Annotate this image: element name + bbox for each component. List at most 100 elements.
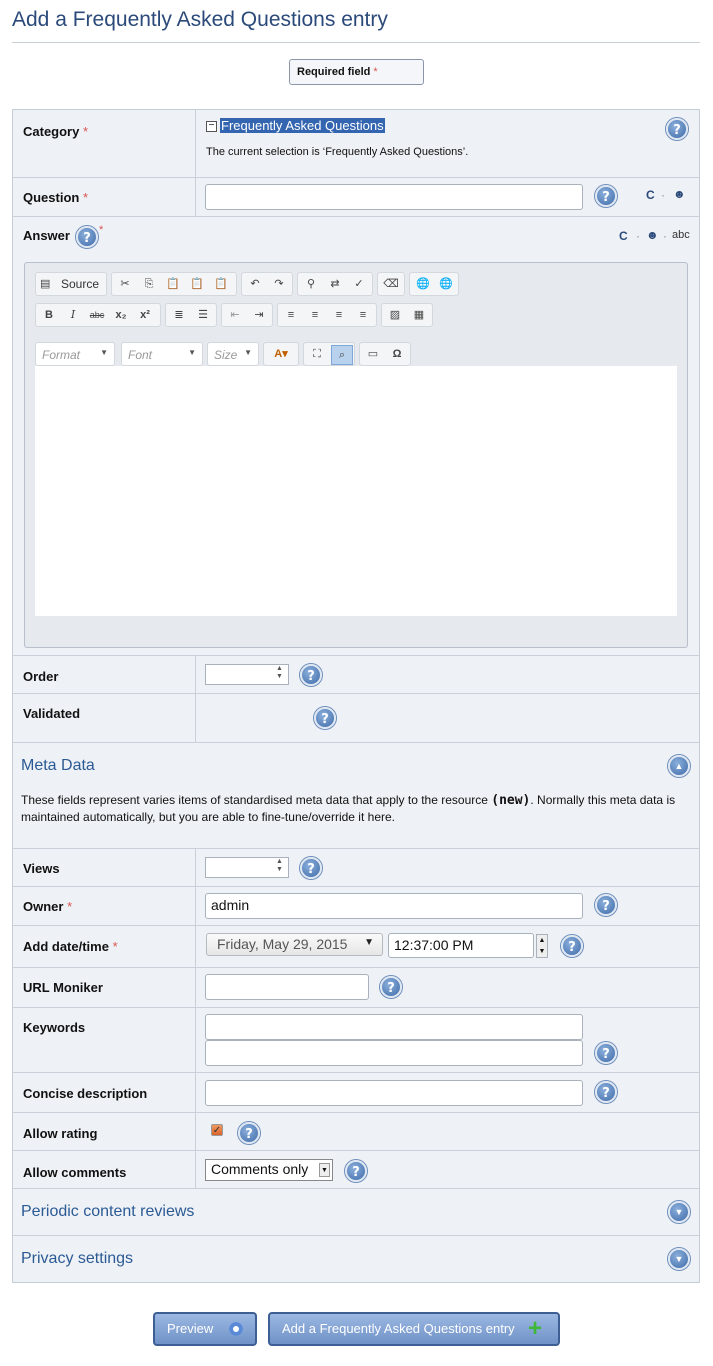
help-icon[interactable]: ? xyxy=(595,1042,617,1064)
question-input[interactable] xyxy=(205,184,583,210)
expand-icon[interactable]: ▼ xyxy=(668,1201,690,1223)
separator-dot: · xyxy=(663,229,667,243)
toolbar-group-align: ≡ ≡ ≡ ≡ xyxy=(277,303,377,327)
url-moniker-field: ? xyxy=(196,968,699,1007)
table-icon[interactable]: ▦ xyxy=(409,306,429,324)
help-icon[interactable]: ? xyxy=(76,226,98,248)
comcode-icon[interactable]: C xyxy=(619,229,628,243)
italic-icon[interactable]: I xyxy=(63,306,83,324)
align-center-icon[interactable]: ≡ xyxy=(305,306,325,324)
find-icon[interactable]: ⚲ xyxy=(301,275,321,293)
replace-icon[interactable]: ⇄ xyxy=(325,275,345,293)
toolbar-group-insert: ▨ ▦ xyxy=(381,303,433,327)
plus-icon: + xyxy=(528,1315,543,1342)
emoticon-icon[interactable]: ☻ xyxy=(646,228,659,242)
editor-content-area[interactable] xyxy=(35,366,677,616)
size-select[interactable]: Size ▼ xyxy=(207,342,259,366)
comcode-icon[interactable]: C xyxy=(646,188,655,202)
answer-label: Answer xyxy=(23,228,70,243)
collapse-icon[interactable]: ▲ xyxy=(668,755,690,777)
allow-rating-checkbox[interactable]: ✓ xyxy=(211,1124,223,1136)
align-left-icon[interactable]: ≡ xyxy=(281,306,301,324)
paste-word-icon[interactable]: 📋 xyxy=(211,275,231,293)
time-spinner-icon[interactable]: ▲ ▼ xyxy=(536,934,548,958)
order-field: ▲ ▼ ? xyxy=(196,656,699,693)
outdent-icon[interactable]: ⇤ xyxy=(225,306,245,324)
expand-icon[interactable]: ▼ xyxy=(668,1248,690,1270)
allow-comments-select[interactable]: Comments only ▼ xyxy=(205,1159,333,1181)
horizontal-rule-icon[interactable]: ▭ xyxy=(363,345,383,363)
required-star: * xyxy=(99,224,104,236)
question-label: Question * xyxy=(13,178,196,216)
superscript-icon[interactable]: x² xyxy=(135,306,155,324)
bulleted-list-icon[interactable]: ☰ xyxy=(193,306,213,324)
help-icon[interactable]: ? xyxy=(595,894,617,916)
help-icon[interactable]: ? xyxy=(238,1122,260,1144)
privacy-settings-section: Privacy settings ▼ xyxy=(13,1236,699,1283)
show-blocks-icon[interactable]: ⌕ xyxy=(331,345,353,365)
format-select[interactable]: Format ▼ xyxy=(35,342,115,366)
toolbar-group-source: ▤ Source xyxy=(35,272,107,296)
undo-icon[interactable]: ↶ xyxy=(245,275,265,293)
help-icon[interactable]: ? xyxy=(345,1160,367,1182)
allow-rating-row: Allow rating ✓ ? xyxy=(13,1113,699,1151)
tree-collapse-icon[interactable]: − xyxy=(206,121,217,132)
allow-rating-label: Allow rating xyxy=(13,1113,196,1150)
maximize-icon[interactable]: ⛶ xyxy=(307,345,327,363)
special-char-icon[interactable]: Ω xyxy=(387,345,407,363)
emoticon-icon[interactable]: ☻ xyxy=(673,187,686,201)
submit-button[interactable]: Add a Frequently Asked Questions entry + xyxy=(268,1312,560,1346)
keyword-input-2[interactable] xyxy=(205,1040,583,1066)
help-icon[interactable]: ? xyxy=(314,707,336,729)
source-button[interactable]: Source xyxy=(61,277,99,291)
help-icon[interactable]: ? xyxy=(300,664,322,686)
align-justify-icon[interactable]: ≡ xyxy=(353,306,373,324)
help-icon[interactable]: ? xyxy=(300,857,322,879)
required-star: * xyxy=(82,124,89,139)
spellcheck-icon[interactable]: abc xyxy=(672,229,690,241)
toolbar-group-clipboard: ✂ ⎘ 📋 📋 📋 xyxy=(111,272,237,296)
meta-desc-text: These fields represent varies items of s… xyxy=(21,793,492,807)
indent-icon[interactable]: ⇥ xyxy=(249,306,269,324)
paste-icon[interactable]: 📋 xyxy=(163,275,183,293)
spin-arrows-icon[interactable]: ▲ ▼ xyxy=(276,665,283,681)
url-moniker-input[interactable] xyxy=(205,974,369,1000)
subscript-icon[interactable]: x₂ xyxy=(111,306,131,324)
help-icon[interactable]: ? xyxy=(561,935,583,957)
privacy-settings-heading[interactable]: Privacy settings xyxy=(21,1250,133,1268)
category-tree-item[interactable]: Frequently Asked Questions xyxy=(220,118,385,133)
numbered-list-icon[interactable]: ≣ xyxy=(169,306,189,324)
chevron-down-icon: ▼ xyxy=(188,348,196,357)
time-input[interactable]: 12:37:00 PM xyxy=(388,933,534,958)
link-icon[interactable]: 🌐 xyxy=(413,275,433,293)
redo-icon[interactable]: ↷ xyxy=(269,275,289,293)
bold-icon[interactable]: B xyxy=(39,306,59,324)
toolbar-group-basic: B I abc x₂ x² xyxy=(35,303,161,327)
image-icon[interactable]: ▨ xyxy=(385,306,405,324)
owner-input[interactable]: admin xyxy=(205,893,583,919)
category-selection-text: The current selection is ‘Frequently Ask… xyxy=(206,146,469,158)
date-picker[interactable]: Friday, May 29, 2015 ▼ xyxy=(206,933,383,956)
keyword-input-1[interactable] xyxy=(205,1014,583,1040)
spellcheck-icon[interactable]: ✓ xyxy=(349,275,369,293)
copy-icon[interactable]: ⎘ xyxy=(139,275,159,293)
unlink-icon[interactable]: 🌐 xyxy=(436,275,456,293)
help-icon[interactable]: ? xyxy=(666,118,688,140)
spin-arrows-icon[interactable]: ▲ ▼ xyxy=(276,858,283,874)
concise-description-input[interactable] xyxy=(205,1080,583,1106)
help-icon[interactable]: ? xyxy=(595,1081,617,1103)
help-icon[interactable]: ? xyxy=(380,976,402,998)
periodic-reviews-heading[interactable]: Periodic content reviews xyxy=(21,1203,194,1221)
meta-data-heading[interactable]: Meta Data xyxy=(21,757,95,775)
add-date-field: Friday, May 29, 2015 ▼ 12:37:00 PM ▲ ▼ ? xyxy=(196,926,699,967)
eraser-icon[interactable]: ⌫ xyxy=(381,275,401,293)
font-select[interactable]: Font ▼ xyxy=(121,342,203,366)
category-row: Category * − Frequently Asked Questions … xyxy=(13,110,699,178)
strike-icon[interactable]: abc xyxy=(87,306,107,324)
cut-icon[interactable]: ✂ xyxy=(115,275,135,293)
help-icon[interactable]: ? xyxy=(595,185,617,207)
paste-text-icon[interactable]: 📋 xyxy=(187,275,207,293)
text-color-icon[interactable]: A▾ xyxy=(267,345,295,363)
preview-button[interactable]: Preview xyxy=(153,1312,257,1346)
align-right-icon[interactable]: ≡ xyxy=(329,306,349,324)
